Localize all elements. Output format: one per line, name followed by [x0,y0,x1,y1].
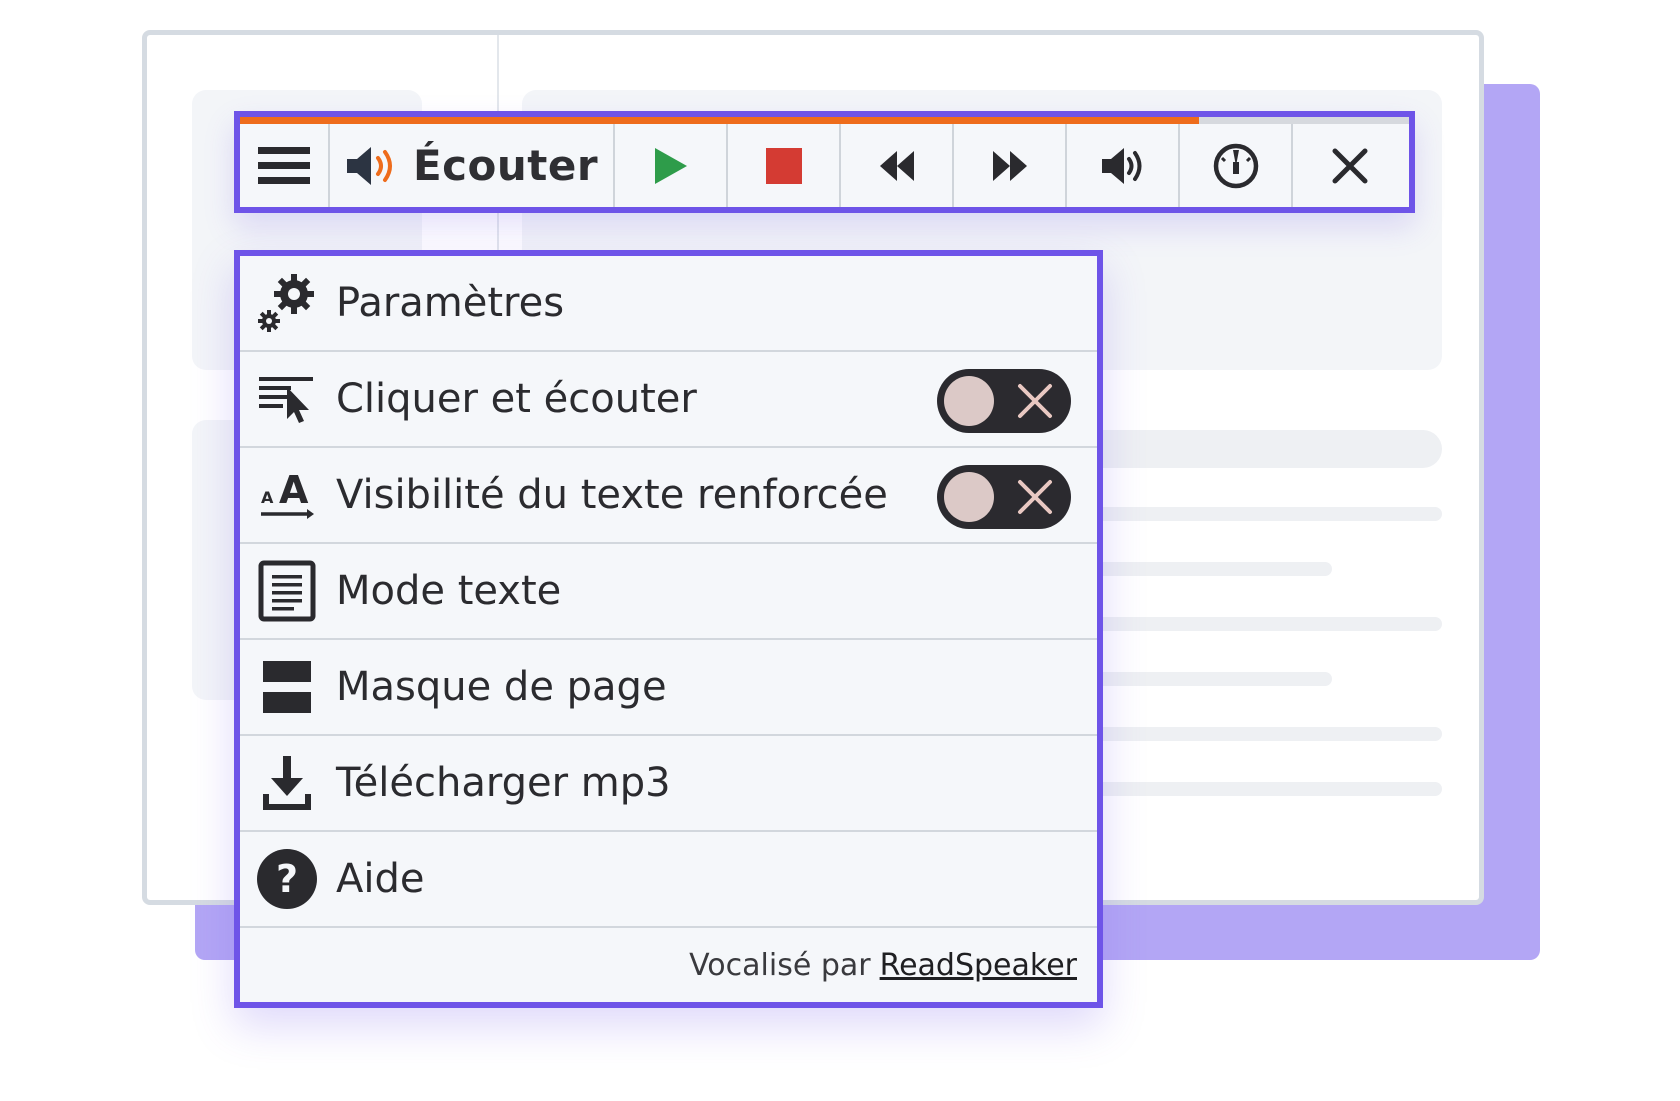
svg-text:?: ? [276,857,298,901]
stop-button[interactable] [728,117,841,207]
text-document-icon [258,560,316,622]
menu-item-download-mp3[interactable]: Télécharger mp3 [240,736,1097,832]
progress-track[interactable] [240,117,1409,124]
menu-item-label: Télécharger mp3 [336,760,671,806]
menu-item-label: Aide [336,856,425,902]
volume-button[interactable] [1067,117,1180,207]
readspeaker-link[interactable]: ReadSpeaker [880,948,1077,983]
menu-button[interactable] [240,117,330,207]
menu-item-click-listen[interactable]: Cliquer et écouter [240,352,1097,448]
toggle-knob [944,376,994,426]
forward-button[interactable] [954,117,1067,207]
menu-item-label: Mode texte [336,568,562,614]
close-button[interactable] [1293,117,1406,207]
menu-item-text-visibility[interactable]: A A Visibilité du texte renforcée [240,448,1097,544]
speed-button[interactable] [1180,117,1293,207]
readspeaker-toolbar: Écouter [234,111,1415,213]
stage: Écouter Paramètres Cliquer et écouter A … [0,0,1680,1101]
progress-fill [240,117,1199,124]
toggle-off-icon [1018,480,1052,514]
speedometer-icon [1213,143,1258,188]
menu-item-help[interactable]: ? Aide [240,832,1097,928]
settings-gears-icon [258,274,314,332]
hamburger-menu-icon [258,146,310,184]
page-mask-icon [263,661,311,713]
close-icon [1332,148,1367,183]
menu-item-label: Masque de page [336,664,667,710]
menu-item-text-mode[interactable]: Mode texte [240,544,1097,640]
fast-forward-icon [992,150,1027,181]
click-listen-icon [259,377,313,423]
menu-item-label: Paramètres [336,280,565,326]
svg-text:A: A [279,468,309,512]
powered-by-footer: Vocalisé par ReadSpeaker [240,928,1097,1002]
speaker-sound-icon [346,146,392,185]
listen-button[interactable]: Écouter [330,117,615,207]
footer-prefix: Vocalisé par [689,947,871,983]
toggle-off-icon [1018,384,1052,418]
settings-menu: Paramètres Cliquer et écouter A A Visibi… [234,250,1103,1008]
text-visibility-toggle[interactable] [937,465,1071,529]
help-icon: ? [257,849,317,909]
play-icon [654,147,687,184]
play-button[interactable] [615,117,728,207]
volume-icon [1101,147,1141,184]
text-enlarge-icon: A A [261,468,314,519]
listen-label: Écouter [412,141,599,190]
svg-text:A: A [261,488,274,507]
click-listen-toggle[interactable] [937,369,1071,433]
menu-item-label: Visibilité du texte renforcée [336,472,888,518]
rewind-button[interactable] [841,117,954,207]
menu-item-page-mask[interactable]: Masque de page [240,640,1097,736]
menu-item-label: Cliquer et écouter [336,376,697,422]
toggle-knob [944,472,994,522]
rewind-icon [879,150,914,181]
download-icon [263,756,311,810]
stop-icon [765,147,802,184]
menu-item-settings[interactable]: Paramètres [240,256,1097,352]
